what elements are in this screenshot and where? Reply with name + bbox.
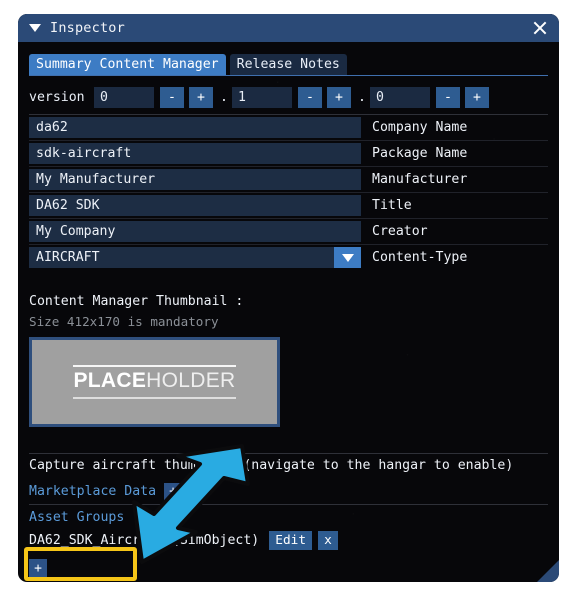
version-label: version xyxy=(29,89,85,105)
version-row: version 0 - + . 1 - + . 0 - + xyxy=(29,86,548,108)
thumbnail-size-hint: Size 412x170 is mandatory xyxy=(29,314,219,329)
thumbnail-preview[interactable]: PLACEHOLDER xyxy=(29,337,280,427)
screenshot-root: Inspector Summary Content Manager Releas… xyxy=(0,0,577,598)
capture-thumbnail-row: Capture aircraft thumbnail (navigate to … xyxy=(29,453,548,477)
tab-release-notes[interactable]: Release Notes xyxy=(229,54,347,75)
window-title: Inspector xyxy=(50,20,125,36)
title-label: Title xyxy=(372,198,412,213)
window-body: Summary Content Manager Release Notes ve… xyxy=(18,42,559,582)
company-name-label: Company Name xyxy=(372,120,468,135)
creator-input[interactable]: My Company xyxy=(29,221,361,242)
version-minor-input[interactable]: 1 xyxy=(232,86,292,108)
version-separator-1: . xyxy=(220,89,228,105)
marketplace-add-button[interactable]: + xyxy=(164,482,183,501)
placeholder-graphic: PLACEHOLDER xyxy=(73,365,236,399)
manufacturer-input[interactable]: My Manufacturer xyxy=(29,169,361,190)
content-type-value: AIRCRAFT xyxy=(36,250,100,265)
chevron-down-icon[interactable] xyxy=(334,247,361,268)
tab-bar: Summary Content Manager Release Notes xyxy=(29,54,548,76)
version-minor-increment[interactable]: + xyxy=(327,86,351,108)
placeholder-text-bold: PLACE xyxy=(73,369,147,392)
placeholder-text: PLACEHOLDER xyxy=(73,367,235,394)
action-bar: Build package Clean package (?) xyxy=(29,580,548,582)
property-row-content-type: AIRCRAFT Content-Type xyxy=(29,244,548,270)
resize-grip[interactable] xyxy=(537,560,559,582)
property-row-creator: My Company Creator xyxy=(29,218,548,244)
version-patch-decrement[interactable]: - xyxy=(436,86,460,108)
company-name-input[interactable]: da62 xyxy=(29,117,361,138)
property-list: da62 Company Name sdk-aircraft Package N… xyxy=(29,114,548,270)
tab-summary-content-manager[interactable]: Summary Content Manager xyxy=(29,54,226,75)
property-row-company-name: da62 Company Name xyxy=(29,114,548,140)
version-patch-increment[interactable]: + xyxy=(465,86,489,108)
asset-group-row: DA62_SDK_Aircraft (SimObject) Edit x xyxy=(29,529,548,551)
asset-group-name: DA62_SDK_Aircraft (SimObject) xyxy=(29,532,260,548)
content-type-label: Content-Type xyxy=(372,250,468,265)
package-name-label: Package Name xyxy=(372,146,468,161)
version-major-increment[interactable]: + xyxy=(189,86,213,108)
version-separator-2: . xyxy=(358,89,366,105)
marketplace-data-row: Marketplace Data + xyxy=(29,479,548,505)
marketplace-data-label[interactable]: Marketplace Data xyxy=(29,484,156,499)
content-type-select[interactable]: AIRCRAFT xyxy=(29,247,361,268)
placeholder-line-top xyxy=(73,365,236,367)
window-titlebar[interactable]: Inspector xyxy=(18,14,559,42)
asset-groups-title: Asset Groups xyxy=(29,510,125,525)
placeholder-line-bottom xyxy=(73,397,236,399)
thumbnail-title: Content Manager Thumbnail : xyxy=(29,294,244,309)
property-row-title: DA62 SDK Title xyxy=(29,192,548,218)
title-input[interactable]: DA62 SDK xyxy=(29,195,361,216)
property-row-package-name: sdk-aircraft Package Name xyxy=(29,140,548,166)
version-major-decrement[interactable]: - xyxy=(160,86,184,108)
asset-group-remove-button[interactable]: x xyxy=(318,530,338,550)
version-patch-input[interactable]: 0 xyxy=(370,86,430,108)
version-minor-decrement[interactable]: - xyxy=(298,86,322,108)
version-major-input[interactable]: 0 xyxy=(94,86,154,108)
placeholder-text-light: HOLDER xyxy=(146,369,236,392)
chevron-down-glyph xyxy=(341,253,354,262)
asset-group-add-button[interactable]: + xyxy=(29,559,47,579)
close-icon[interactable] xyxy=(531,19,549,37)
asset-group-edit-button[interactable]: Edit xyxy=(269,530,313,550)
creator-label: Creator xyxy=(372,224,428,239)
inspector-window: Inspector Summary Content Manager Releas… xyxy=(18,14,559,582)
package-name-input[interactable]: sdk-aircraft xyxy=(29,143,361,164)
capture-thumbnail-text: Capture aircraft thumbnail (navigate to … xyxy=(29,458,514,473)
manufacturer-label: Manufacturer xyxy=(372,172,468,187)
triangle-down-icon[interactable] xyxy=(29,24,41,32)
asset-groups-section: Asset Groups DA62_SDK_Aircraft (SimObjec… xyxy=(29,510,548,579)
thumbnail-section: Content Manager Thumbnail : Size 412x170… xyxy=(29,294,548,427)
property-row-manufacturer: My Manufacturer Manufacturer xyxy=(29,166,548,192)
